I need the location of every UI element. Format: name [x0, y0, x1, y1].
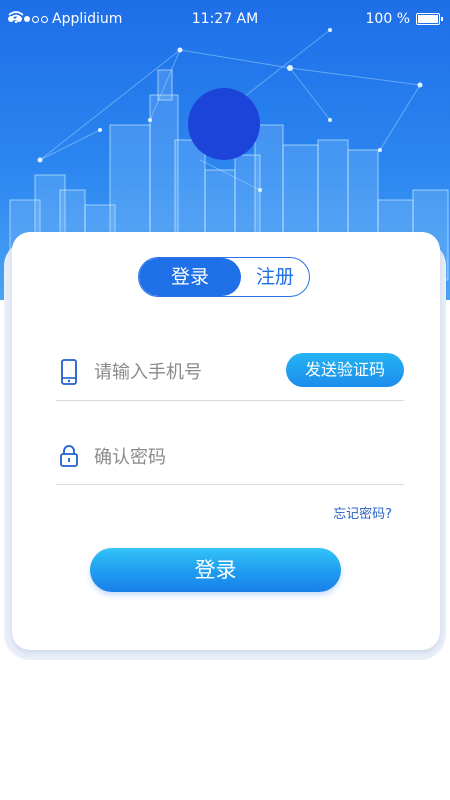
avatar [188, 88, 260, 160]
forgot-password-link[interactable]: 忘记密码? [300, 503, 392, 522]
battery-percent: 100 % [365, 11, 410, 27]
password-input[interactable] [92, 440, 306, 474]
phone-input[interactable] [92, 355, 306, 389]
tab-login[interactable]: 登录 [139, 258, 241, 296]
battery-icon [416, 13, 443, 25]
tab-register[interactable]: 注册 [241, 258, 309, 296]
password-field [56, 430, 404, 485]
send-code-button[interactable]: 发送验证码 [286, 353, 404, 387]
lock-icon [60, 445, 78, 467]
status-bar: Applidium 11:27 AM 100 % [0, 0, 450, 40]
auth-tabs: 登录 注册 [138, 257, 310, 297]
phone-icon [61, 359, 77, 385]
login-button[interactable]: 登录 [90, 548, 341, 592]
phone-field: 发送验证码 [56, 345, 404, 401]
battery-group: 100 % [365, 11, 443, 27]
